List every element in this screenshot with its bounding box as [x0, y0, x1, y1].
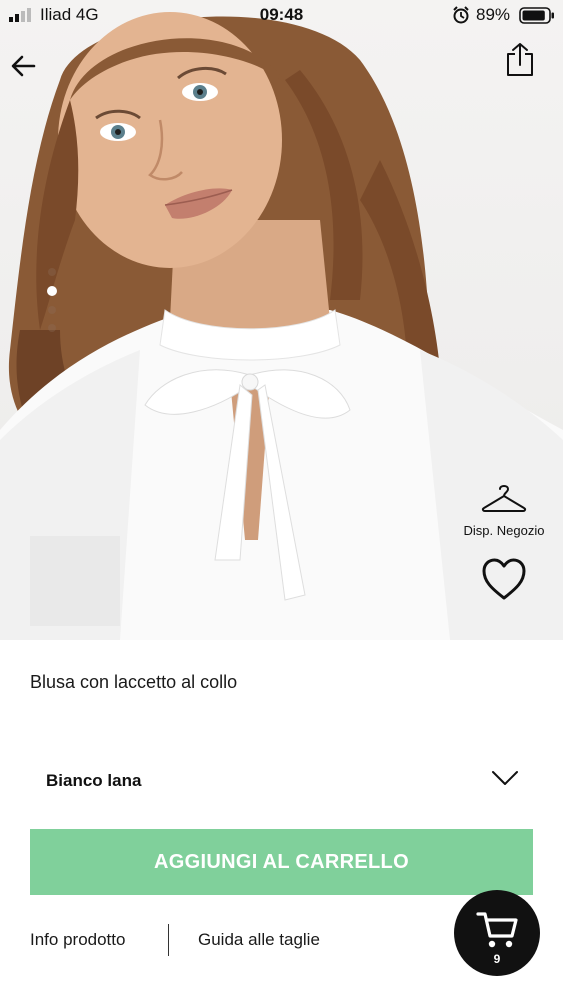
back-button[interactable] [8, 50, 40, 82]
battery-icon [519, 7, 554, 24]
arrow-left-icon [11, 55, 36, 77]
status-bar: Iliad 4G 09:48 89% [0, 0, 563, 30]
product-info-link[interactable]: Info prodotto [30, 930, 125, 950]
alarm-icon [453, 6, 469, 24]
link-divider [168, 924, 169, 956]
share-button[interactable] [504, 42, 536, 78]
add-to-cart-button[interactable]: AGGIUNGI AL CARRELLO [30, 829, 533, 895]
image-thumbnail[interactable] [30, 536, 120, 626]
wishlist-button[interactable] [481, 557, 527, 603]
color-dropdown[interactable]: Bianco lana [30, 752, 533, 808]
hanger-icon [481, 485, 527, 512]
store-availability-button[interactable]: Disp. Negozio [452, 483, 556, 547]
product-title: Blusa con laccetto al collo [30, 672, 238, 692]
share-icon [507, 43, 533, 76]
size-guide-link[interactable]: Guida alle taglie [198, 930, 320, 950]
gallery-dot[interactable] [48, 306, 56, 314]
chevron-down-icon [492, 771, 518, 785]
store-availability-label: Disp. Negozio [463, 523, 545, 538]
battery-percentage: 89% [476, 5, 511, 24]
selected-color: Bianco lana [46, 771, 142, 790]
cart-count-badge: 9 [493, 952, 501, 966]
gallery-pagination [47, 268, 60, 342]
gallery-dot[interactable] [48, 324, 56, 332]
cart-icon [476, 912, 518, 948]
gallery-dot-active[interactable] [47, 286, 57, 296]
gallery-dot[interactable] [48, 268, 56, 276]
heart-icon [482, 558, 526, 600]
cart-button[interactable]: 9 [454, 890, 540, 976]
